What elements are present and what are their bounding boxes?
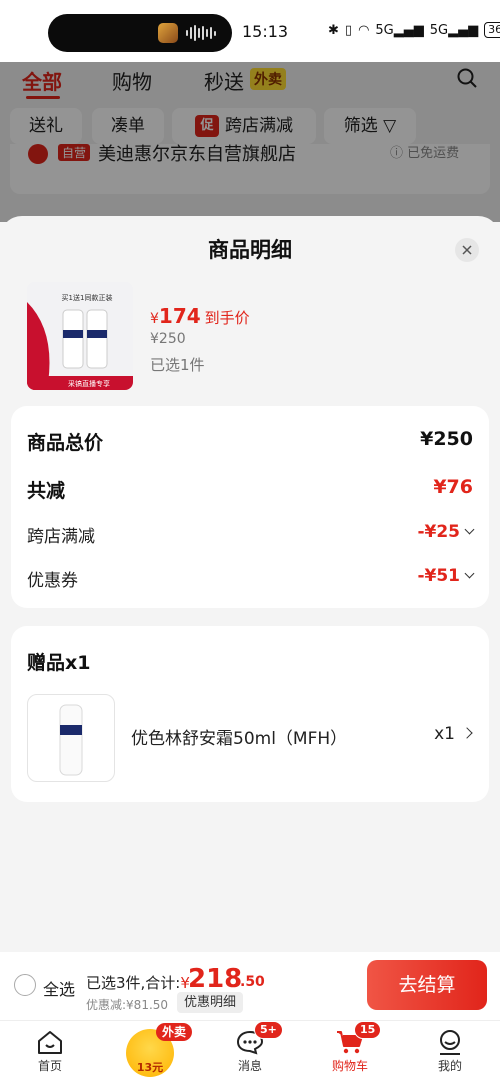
gift-photo (59, 704, 83, 776)
status-bar: 15:13 ✱ ▯ ◠ 5G▂▄▆ 5G▂▄▆ 36 (0, 0, 500, 62)
modal-overlay[interactable] (0, 62, 500, 222)
gift-quantity[interactable]: x1 (434, 724, 473, 744)
signal-icon: 5G▂▄▆ (375, 22, 424, 38)
checkout-button[interactable]: 去结算 (367, 960, 487, 1010)
product-img-text: 买1送1同款正装 (62, 293, 113, 302)
product-img-banner: 采镐直播专享 (68, 379, 110, 388)
cart-badge: 15 (354, 1021, 382, 1039)
bottom-nav: 首页 13元 外卖 消息 5+ 购物车 15 我的 (0, 1020, 500, 1085)
select-all-label[interactable]: 全选 (43, 976, 75, 1000)
coupon-label: 优惠券 (27, 571, 78, 591)
audio-wave-icon (186, 24, 222, 42)
product-detail-sheet: 商品明细 采镐直播专享 买1送1同款正装 ¥174 到手价 ¥250 已选1件 商… (0, 216, 500, 952)
sheet-title: 商品明细 (208, 238, 292, 262)
total-amount: 218 (188, 964, 243, 994)
close-icon (462, 245, 472, 255)
product-image[interactable]: 采镐直播专享 买1送1同款正装 (27, 282, 133, 390)
price-summary-card: 商品总价 ¥250 共减 ¥76 跨店满减 -¥25 优惠券 -¥51 (11, 406, 489, 608)
cross-store-discount-value: -¥25 (417, 522, 460, 542)
gift-card: 赠品x1 优色林舒安霜50ml（MFH） x1 (11, 626, 489, 802)
gift-name[interactable]: 优色林舒安霜50ml（MFH） (131, 724, 347, 749)
wifi-icon: ◠ (358, 22, 370, 38)
app-avatar-icon (158, 23, 178, 43)
discount-detail-button[interactable]: 优惠明细 (177, 992, 244, 1013)
select-all-radio[interactable] (14, 974, 36, 996)
profile-icon (440, 1030, 460, 1055)
reduction-label: 共减 (27, 480, 66, 502)
nav-messages[interactable]: 消息 5+ (210, 1021, 290, 1074)
vibrate-icon: ▯ (344, 22, 353, 38)
checkout-bar: 全选 已选3件,合计:¥ 218 .50 优惠减:¥81.50 优惠明细 去结算 (0, 952, 500, 1020)
reduction-value: ¥76 (433, 476, 473, 498)
discount-text: 优惠减:¥81.50 (86, 998, 169, 1012)
product-photo: 采镐直播专享 买1送1同款正装 (27, 282, 133, 390)
gift-image[interactable] (27, 694, 115, 782)
status-icons: ✱ ▯ ◠ 5G▂▄▆ 5G▂▄▆ 36 (328, 22, 500, 38)
dynamic-island (48, 14, 232, 52)
home-icon (38, 1031, 62, 1054)
total-price-label: 商品总价 (27, 432, 104, 454)
deal-price: ¥174 到手价 (150, 304, 250, 328)
status-time: 15:13 (242, 22, 289, 41)
coupon-value: -¥51 (417, 566, 460, 586)
total-price-value: ¥250 (420, 428, 473, 450)
message-badge: 5+ (254, 1021, 283, 1039)
nav-profile[interactable]: 我的 (410, 1021, 490, 1074)
nav-home[interactable]: 首页 (10, 1021, 90, 1074)
selected-count: 已选1件 (150, 356, 205, 374)
bluetooth-icon: ✱ (328, 22, 339, 38)
signal-icon-2: 5G▂▄▆ (429, 22, 479, 38)
close-button[interactable] (455, 238, 479, 262)
original-price: ¥250 (150, 331, 186, 347)
coupon-value: 13元 (136, 1061, 164, 1074)
gift-title: 赠品x1 (27, 652, 91, 674)
total-amount-decimal: .50 (240, 974, 265, 990)
chevron-right-icon (461, 727, 473, 739)
chevron-down-icon (464, 524, 475, 535)
total-summary: 已选3件,合计:¥ 218 .50 (86, 964, 265, 994)
chevron-down-icon (464, 568, 475, 579)
nav-cart[interactable]: 购物车 15 (310, 1021, 390, 1074)
battery-icon: 36 (484, 22, 500, 38)
cross-store-discount-label: 跨店满减 (27, 527, 95, 547)
coupon-waimai-tag: 外卖 (156, 1023, 193, 1041)
